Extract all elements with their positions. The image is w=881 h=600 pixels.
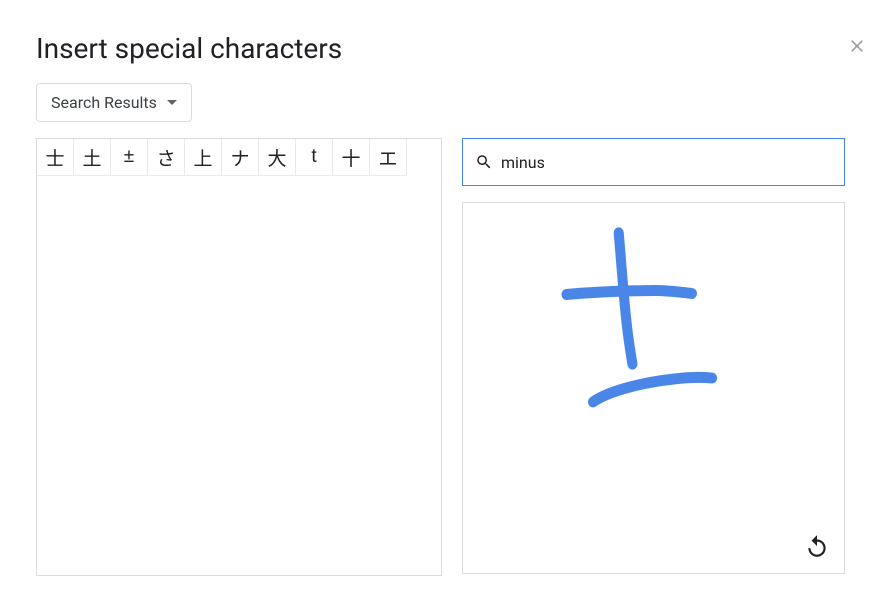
character-cell[interactable]: ±: [111, 139, 148, 176]
category-dropdown[interactable]: Search Results: [36, 83, 192, 122]
category-row: Search Results: [36, 83, 845, 122]
undo-button[interactable]: [804, 533, 830, 559]
draw-panel[interactable]: [462, 202, 845, 574]
undo-icon: [804, 533, 830, 559]
character-cell[interactable]: 上: [185, 139, 222, 176]
character-cell[interactable]: 土: [74, 139, 111, 176]
search-input[interactable]: [501, 153, 832, 172]
character-cell[interactable]: 大: [259, 139, 296, 176]
close-button[interactable]: [847, 36, 867, 56]
category-dropdown-label: Search Results: [51, 93, 157, 112]
character-cell[interactable]: ナ: [222, 139, 259, 176]
character-cell[interactable]: 士: [37, 139, 74, 176]
character-grid: 士 土 ± さ 上 ナ 大 t 十 エ: [37, 139, 441, 176]
character-cell[interactable]: エ: [370, 139, 407, 176]
results-panel: 士 土 ± さ 上 ナ 大 t 十 エ: [36, 138, 442, 576]
search-draw-column: [462, 138, 845, 574]
close-icon: [847, 36, 867, 56]
character-cell[interactable]: さ: [148, 139, 185, 176]
character-cell[interactable]: 十: [333, 139, 370, 176]
character-cell[interactable]: t: [296, 139, 333, 176]
insert-special-characters-dialog: Insert special characters Search Results…: [0, 0, 881, 600]
handwriting-canvas: [463, 203, 844, 573]
dialog-title: Insert special characters: [36, 32, 845, 65]
search-box: [462, 138, 845, 186]
search-icon: [475, 153, 493, 171]
chevron-down-icon: [167, 100, 177, 105]
main-content: 士 土 ± さ 上 ナ 大 t 十 エ: [36, 138, 845, 576]
